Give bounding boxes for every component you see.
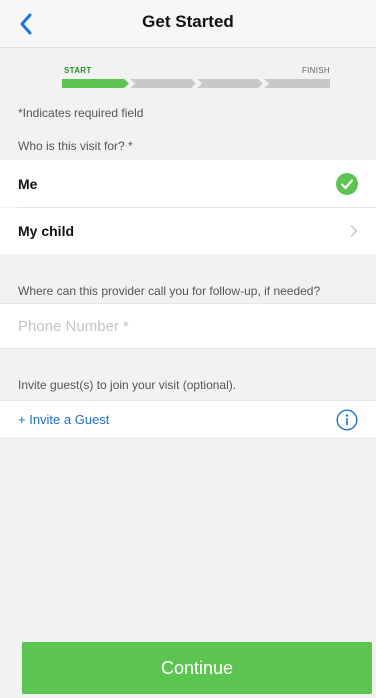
option-me[interactable]: Me	[0, 160, 376, 207]
phone-number-input[interactable]	[0, 303, 376, 349]
progress-start-label: START	[64, 66, 92, 75]
invite-guest-row[interactable]: + Invite a Guest	[0, 400, 376, 439]
option-my-child-label: My child	[18, 223, 75, 239]
guest-question: Invite guest(s) to join your visit (opti…	[18, 378, 237, 392]
page-title: Get Started	[142, 12, 234, 31]
progress-finish-label: FINISH	[301, 66, 330, 75]
required-field-note: *Indicates required field	[18, 106, 144, 120]
invite-guest-link[interactable]: + Invite a Guest	[18, 412, 336, 427]
patient-question: Who is this visit for? *	[18, 139, 133, 153]
chevron-right-icon	[350, 225, 358, 237]
progress-segment-pending	[130, 79, 196, 88]
option-my-child[interactable]: My child	[0, 208, 376, 254]
phone-question: Where can this provider call you for fol…	[18, 284, 321, 298]
progress-segment-complete	[62, 79, 129, 88]
option-me-label: Me	[18, 175, 38, 192]
progress-bar	[62, 79, 330, 88]
progress-indicator: START FINISH	[62, 64, 330, 90]
info-icon[interactable]	[336, 408, 358, 431]
continue-button[interactable]: Continue	[22, 642, 372, 694]
check-circle-icon	[336, 172, 358, 195]
progress-segment-pending	[264, 79, 330, 88]
nav-bar: Get Started	[0, 0, 376, 48]
progress-segment-pending	[197, 79, 263, 88]
